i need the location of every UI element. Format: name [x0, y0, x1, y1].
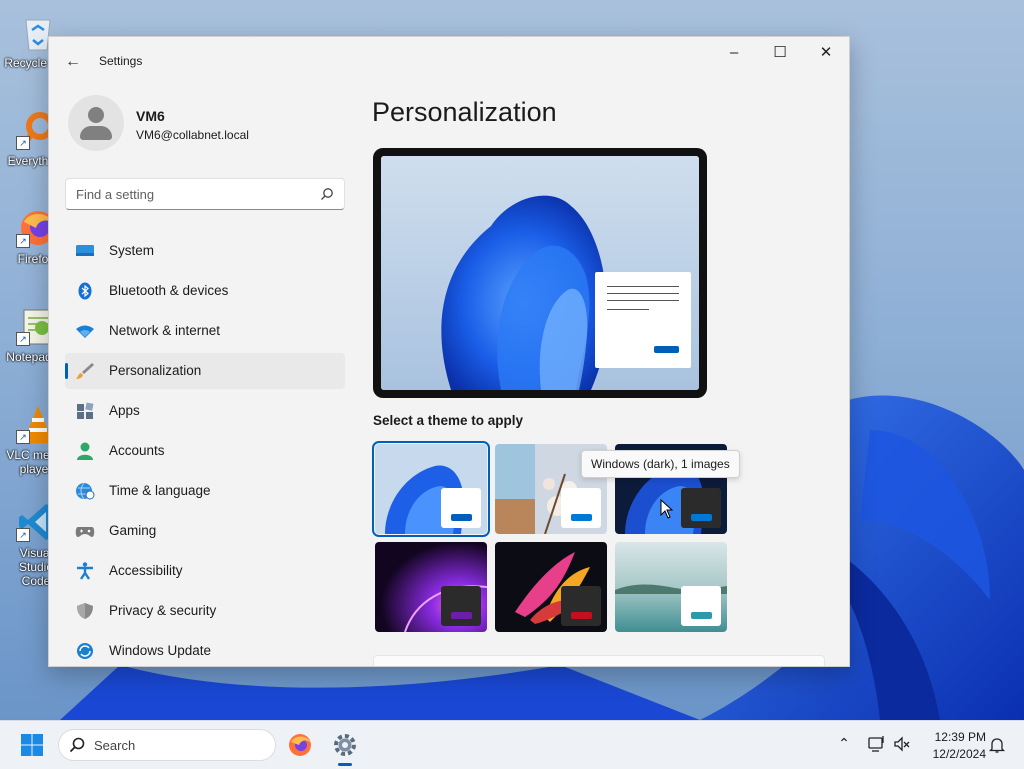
nav-label: Privacy & security: [109, 603, 217, 618]
nav-label: Accounts: [109, 443, 165, 458]
theme-mini-window: [441, 488, 481, 528]
bluetooth-icon: [78, 282, 92, 300]
theme-mini-window: [441, 586, 481, 626]
person-icon: [77, 442, 93, 460]
nav-label: Accessibility: [109, 563, 183, 578]
shield-icon: [77, 603, 93, 619]
close-button[interactable]: ✕: [803, 37, 849, 69]
globe-clock-icon: [76, 482, 95, 500]
clock-date[interactable]: 12/2/2024: [916, 747, 986, 761]
minimize-button[interactable]: –: [711, 37, 757, 69]
preview-text-line: [607, 309, 649, 310]
settings-window: ← Settings – ☐ ✕ VM6 VM6@collabnet.local…: [48, 36, 850, 667]
user-name: VM6: [136, 108, 165, 124]
theme-mini-window: [561, 586, 601, 626]
theme-tooltip: Windows (dark), 1 images: [581, 450, 740, 478]
back-button[interactable]: ←: [59, 51, 87, 73]
maximize-button[interactable]: ☐: [757, 37, 803, 69]
theme-mini-window: [681, 586, 721, 626]
search-input[interactable]: Find a setting: [65, 178, 345, 210]
nav-item-privacy-security[interactable]: Privacy & security: [65, 593, 345, 629]
notification-bell-icon[interactable]: [988, 736, 1006, 754]
volume-muted-icon[interactable]: [893, 735, 911, 753]
user-email: VM6@collabnet.local: [136, 128, 249, 142]
theme-accent-swatch: [451, 612, 472, 619]
theme-tile-glow[interactable]: [375, 542, 487, 632]
preview-text-line: [607, 286, 679, 287]
taskbar: Search ⌃ 12:39 PM 12/2/2024: [0, 720, 1024, 769]
theme-section-heading: Select a theme to apply: [373, 413, 524, 428]
nav-label: Apps: [109, 403, 140, 418]
windows-start-icon[interactable]: [20, 733, 44, 757]
shortcut-arrow-icon: ↗: [16, 430, 30, 444]
nav-item-time-language[interactable]: Time & language: [65, 473, 345, 509]
nav-item-bluetooth[interactable]: Bluetooth & devices: [65, 273, 345, 309]
active-app-indicator: [338, 763, 352, 766]
nav-label: Personalization: [109, 363, 202, 378]
preview-wallpaper: [381, 156, 699, 390]
theme-accent-swatch: [571, 612, 592, 619]
theme-preview: [373, 148, 707, 398]
preview-text-line: [607, 293, 679, 294]
search-placeholder: Find a setting: [76, 187, 155, 202]
theme-accent-swatch: [451, 514, 472, 521]
nav-label: Network & internet: [109, 323, 221, 338]
wifi-icon: [76, 325, 94, 338]
avatar-body: [80, 126, 112, 140]
show-hidden-icons-chevron-icon[interactable]: ⌃: [836, 735, 852, 751]
taskbar-search-box[interactable]: Search: [58, 729, 276, 761]
theme-tile-captured-motion[interactable]: [495, 542, 607, 632]
update-icon: [77, 643, 93, 659]
nav-label: Gaming: [109, 523, 157, 538]
apps-icon: [77, 402, 94, 419]
shortcut-arrow-icon: ↗: [16, 234, 30, 248]
theme-tile-flow[interactable]: [615, 542, 727, 632]
search-icon: [69, 737, 85, 753]
gamepad-icon: [75, 527, 95, 537]
theme-mini-window: [561, 488, 601, 528]
brush-icon: [76, 363, 94, 379]
settings-card[interactable]: [373, 655, 825, 666]
settings-gear-taskbar-icon[interactable]: [332, 732, 358, 758]
nav-item-gaming[interactable]: Gaming: [65, 513, 345, 549]
shortcut-arrow-icon: ↗: [16, 528, 30, 542]
user-avatar[interactable]: [68, 95, 124, 151]
preview-sample-window: [595, 272, 691, 368]
theme-accent-swatch: [691, 612, 712, 619]
nav-item-apps[interactable]: Apps: [65, 393, 345, 429]
nav-item-network[interactable]: Network & internet: [65, 313, 345, 349]
network-monitor-icon[interactable]: [868, 735, 886, 753]
clock-time[interactable]: 12:39 PM: [926, 730, 986, 744]
nav-label: Bluetooth & devices: [109, 283, 229, 298]
selection-indicator: [65, 363, 68, 379]
theme-tile-windows-light[interactable]: [372, 441, 490, 537]
nav-label: Time & language: [109, 483, 211, 498]
accessibility-icon: [77, 562, 93, 580]
nav-item-personalization[interactable]: Personalization: [65, 353, 345, 389]
preview-accent-button: [654, 346, 679, 353]
mouse-pointer-icon: [660, 499, 674, 519]
firefox-taskbar-icon[interactable]: [288, 733, 312, 757]
nav-item-accounts[interactable]: Accounts: [65, 433, 345, 469]
theme-accent-swatch: [571, 514, 592, 521]
page-title: Personalization: [372, 97, 557, 127]
avatar-head: [88, 107, 104, 123]
nav-item-system[interactable]: System: [65, 233, 345, 269]
taskbar-search-label: Search: [94, 738, 136, 753]
nav-item-accessibility[interactable]: Accessibility: [65, 553, 345, 589]
theme-accent-swatch: [691, 514, 712, 521]
nav-item-windows-update[interactable]: Windows Update: [65, 633, 345, 666]
preview-text-line: [607, 300, 679, 301]
window-title: Settings: [99, 54, 143, 68]
search-icon[interactable]: [320, 187, 334, 201]
theme-mini-window: [681, 488, 721, 528]
monitor-icon: [76, 245, 94, 256]
shortcut-arrow-icon: ↗: [16, 332, 30, 346]
title-bar[interactable]: ← Settings – ☐ ✕: [49, 37, 849, 85]
nav-label: Windows Update: [109, 643, 212, 658]
shortcut-arrow-icon: ↗: [16, 136, 30, 150]
nav-label: System: [109, 243, 155, 258]
